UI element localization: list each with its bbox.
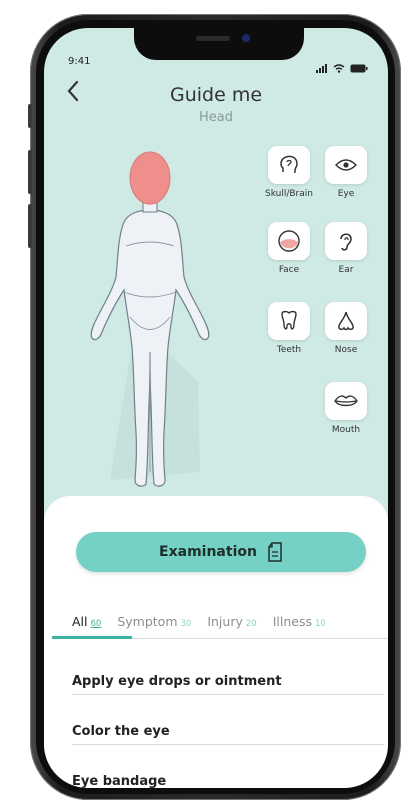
list-divider [72, 744, 384, 745]
list-item[interactable]: Eye bandage [72, 774, 384, 788]
list-item[interactable]: Color the eye [72, 724, 384, 739]
notch [134, 28, 304, 60]
body-part-label: Ear [338, 265, 354, 275]
tab-count: 30 [180, 619, 192, 629]
signal-icon [316, 54, 328, 73]
page-title: Guide me [169, 84, 263, 106]
tab-label: Illness [272, 614, 312, 629]
tab-label: All [72, 614, 88, 629]
bottom-sheet: Examination All 60 Symptom 30 Injury 20 Ill… [44, 496, 388, 788]
battery-icon [350, 64, 368, 73]
tab-all[interactable]: All 60 [72, 614, 101, 629]
skull-brain-button[interactable] [268, 146, 310, 184]
ear-icon [340, 233, 352, 251]
body-figure[interactable] [80, 142, 220, 512]
status-icons [316, 54, 368, 73]
tab-label: Injury [207, 614, 243, 629]
ear-button[interactable] [325, 222, 367, 260]
wifi-icon [333, 64, 345, 73]
tab-label: Symptom [117, 614, 178, 629]
body-part-label: Eye [337, 189, 355, 199]
examination-button[interactable]: Examination [76, 532, 366, 572]
category-tabs: All 60 Symptom 30 Injury 20 Illness 10 [72, 614, 326, 629]
volume-down-button [28, 204, 32, 248]
list-divider [72, 694, 384, 695]
volume-up-button [28, 150, 32, 194]
tab-count: 20 [245, 619, 257, 629]
lips-icon [334, 395, 358, 407]
face-icon [278, 230, 300, 252]
mouth-button[interactable] [325, 382, 367, 420]
front-camera [242, 34, 250, 42]
examination-label: Examination [159, 544, 257, 560]
document-icon [268, 542, 282, 562]
eye-icon [335, 159, 357, 171]
body-part-eye[interactable]: Eye [310, 146, 382, 199]
teeth-button[interactable] [268, 302, 310, 340]
tab-count: 60 [90, 619, 102, 629]
tooth-icon [281, 310, 297, 330]
page-subtitle: Head [199, 110, 233, 125]
nose-icon [338, 311, 354, 331]
tab-symptom[interactable]: Symptom 30 [117, 614, 191, 629]
tab-injury[interactable]: Injury 20 [207, 614, 256, 629]
nose-button[interactable] [325, 302, 367, 340]
head-highlight [129, 151, 171, 205]
body-part-mouth[interactable]: Mouth [310, 382, 382, 435]
body-part-nose[interactable]: Nose [310, 302, 382, 355]
speaker [196, 36, 230, 41]
app-screen: 9:41 Guide me Head Skull/Brain Eye Face … [44, 28, 388, 788]
status-time: 9:41 [68, 56, 91, 67]
eye-button[interactable] [325, 146, 367, 184]
body-part-label: Mouth [331, 425, 361, 435]
list-item[interactable]: Apply eye drops or ointment [72, 674, 384, 689]
body-part-ear[interactable]: Ear [310, 222, 382, 275]
body-part-label: Nose [334, 345, 358, 355]
brain-icon [280, 155, 298, 173]
tab-count: 10 [314, 619, 326, 629]
face-button[interactable] [268, 222, 310, 260]
side-button [28, 104, 32, 128]
tab-active-indicator [52, 636, 132, 639]
tab-illness[interactable]: Illness 10 [273, 614, 326, 629]
